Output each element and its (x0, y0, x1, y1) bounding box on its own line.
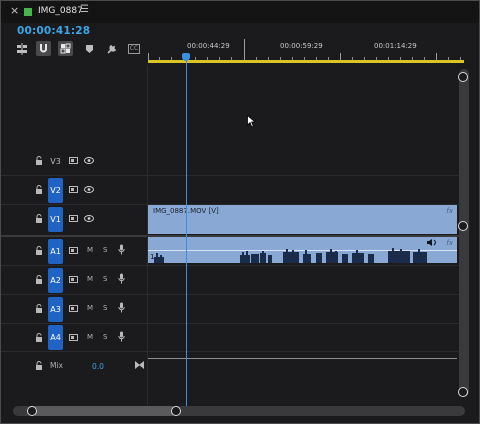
track-row-a2: A2 M S (1, 266, 460, 295)
panel-tab-bar: × IMG_0887 ☰ (1, 1, 479, 23)
track-label-v3[interactable]: V3 (48, 151, 63, 171)
horizontal-scroll-thumb[interactable] (31, 406, 176, 416)
track-label-a2[interactable]: A2 (48, 268, 63, 293)
mix-volume-value[interactable]: 0.0 (92, 362, 104, 371)
toggle-sync-lock-icon[interactable] (69, 334, 78, 343)
ruler-label: 00:00:59:29 (280, 42, 323, 50)
lock-icon[interactable] (35, 246, 43, 257)
go-to-end-icon[interactable] (135, 361, 144, 371)
toggle-sync-lock-icon[interactable] (69, 215, 78, 224)
timeline-panel: × IMG_0887 ☰ 00:00:41:28 CC 00:00:44:29 … (0, 0, 480, 424)
sequence-color-swatch (24, 8, 32, 16)
video-clip[interactable]: IMG_0887.MOV [V] fx (148, 205, 457, 234)
marker-icon[interactable] (82, 42, 96, 56)
header-separator (147, 65, 148, 405)
lock-icon[interactable] (35, 275, 43, 286)
mouse-pointer-icon (247, 115, 256, 128)
panel-menu-icon[interactable]: ☰ (80, 4, 89, 15)
snap-icon[interactable] (36, 41, 51, 56)
playhead-line (185, 59, 187, 407)
solo-button[interactable]: S (103, 333, 107, 341)
track-row-v3: V3 (1, 147, 460, 176)
playhead-timecode[interactable]: 00:00:41:28 (17, 25, 90, 37)
lock-icon[interactable] (35, 333, 43, 344)
track-label-a4[interactable]: A4 (48, 325, 63, 350)
sequence-tab-title[interactable]: IMG_0887 (38, 6, 83, 16)
insert-nest-icon[interactable] (15, 42, 29, 56)
solo-button[interactable]: S (103, 304, 107, 312)
close-tab-icon[interactable]: × (10, 4, 19, 17)
toggle-sync-lock-icon[interactable] (69, 276, 78, 285)
lock-icon[interactable] (35, 185, 43, 196)
track-label-a3[interactable]: A3 (48, 297, 63, 322)
mix-track-label: Mix (50, 361, 63, 370)
toggle-sync-lock-icon[interactable] (69, 186, 78, 195)
linked-selection-icon[interactable] (58, 41, 73, 56)
vertical-scroll-bottom-handle[interactable] (458, 387, 468, 397)
toggle-sync-lock-icon[interactable] (69, 157, 78, 166)
mute-button[interactable]: M (87, 275, 93, 283)
vertical-scroll-mid-handle[interactable] (458, 221, 468, 231)
track-label-v1[interactable]: V1 (48, 207, 63, 232)
captions-icon[interactable]: CC (126, 42, 142, 56)
microphone-icon[interactable] (118, 302, 125, 315)
track-row-v2: V2 (1, 176, 460, 205)
track-row-a3: A3 M S (1, 295, 460, 324)
captions-label: CC (127, 44, 141, 54)
lock-icon[interactable] (35, 304, 43, 315)
lock-icon[interactable] (35, 156, 43, 167)
zoom-left-handle[interactable] (27, 406, 37, 416)
track-row-a4: A4 M S (1, 324, 460, 352)
fx-badge: fx (446, 207, 453, 215)
track-label-a1[interactable]: A1 (48, 239, 63, 264)
solo-button[interactable]: S (103, 246, 107, 254)
mute-button[interactable]: M (87, 304, 93, 312)
audio-clip[interactable]: fx 1 (148, 237, 457, 263)
lock-icon[interactable] (35, 361, 43, 372)
horizontal-zoom-scrollbar[interactable] (13, 406, 465, 416)
mix-volume-line[interactable] (148, 358, 457, 359)
wrench-icon[interactable] (104, 42, 118, 56)
vertical-scrollbar[interactable] (458, 69, 469, 397)
zoom-right-handle[interactable] (171, 406, 181, 416)
vertical-scroll-top-handle[interactable] (458, 72, 468, 82)
lock-icon[interactable] (35, 214, 43, 225)
solo-button[interactable]: S (103, 275, 107, 283)
microphone-icon[interactable] (118, 331, 125, 344)
toggle-sync-lock-icon[interactable] (69, 247, 78, 256)
track-row-mix: Mix (1, 352, 460, 380)
ruler-tick (244, 39, 245, 61)
audio-waveform (154, 248, 427, 263)
mute-button[interactable]: M (87, 333, 93, 341)
toggle-sync-lock-icon[interactable] (69, 305, 78, 314)
eye-icon[interactable] (84, 157, 94, 166)
work-area-bar[interactable] (148, 60, 464, 63)
eye-icon[interactable] (84, 186, 94, 195)
track-label-v2[interactable]: V2 (48, 178, 63, 203)
microphone-icon[interactable] (118, 244, 125, 257)
eye-icon[interactable] (84, 215, 94, 224)
microphone-icon[interactable] (118, 273, 125, 286)
ruler-label: 00:01:14:29 (374, 42, 417, 50)
ruler-label: 00:00:44:29 (187, 42, 230, 50)
mute-button[interactable]: M (87, 246, 93, 254)
